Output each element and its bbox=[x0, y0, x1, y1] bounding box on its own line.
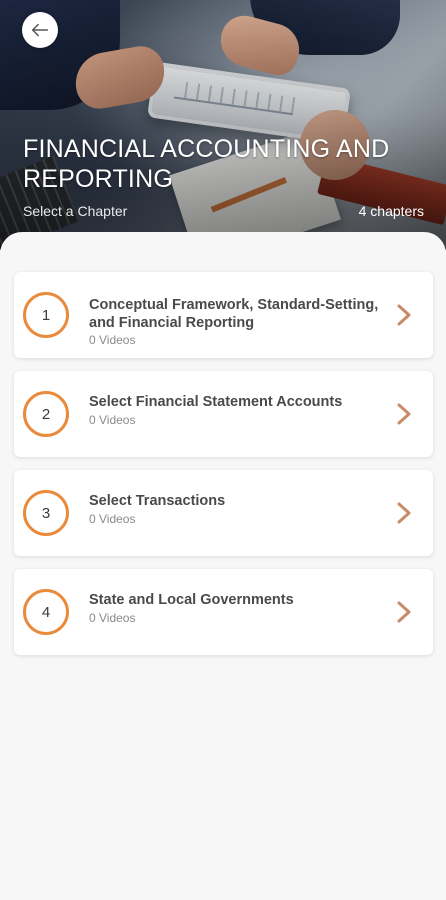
chapter-video-count: 0 Videos bbox=[89, 611, 136, 625]
chevron-right-icon bbox=[397, 502, 411, 524]
header-banner: FINANCIAL ACCOUNTING AND REPORTING Selec… bbox=[0, 0, 446, 250]
chevron-right-icon bbox=[397, 601, 411, 623]
page-title: FINANCIAL ACCOUNTING AND REPORTING bbox=[23, 135, 390, 193]
chevron-right-icon bbox=[397, 304, 411, 326]
chevron-right-icon bbox=[397, 403, 411, 425]
chapter-number-badge: 1 bbox=[23, 292, 69, 338]
chapter-video-count: 0 Videos bbox=[89, 333, 136, 347]
chapter-item[interactable]: 1 Conceptual Framework, Standard-Setting… bbox=[14, 272, 433, 358]
chapter-title: Select Financial Statement Accounts bbox=[89, 394, 343, 410]
chapter-title: State and Local Governments bbox=[89, 592, 294, 608]
chapter-number-badge: 4 bbox=[23, 589, 69, 635]
chapter-video-count: 0 Videos bbox=[89, 413, 136, 427]
chapter-video-count: 0 Videos bbox=[89, 512, 136, 526]
chapter-number-badge: 2 bbox=[23, 391, 69, 437]
content-sheet: 1 Conceptual Framework, Standard-Setting… bbox=[0, 232, 446, 900]
chapter-item[interactable]: 2 Select Financial Statement Accounts 0 … bbox=[14, 371, 433, 457]
chapter-count: 4 chapters bbox=[358, 203, 424, 219]
chapter-list: 1 Conceptual Framework, Standard-Setting… bbox=[14, 272, 433, 668]
chapter-item[interactable]: 4 State and Local Governments 0 Videos bbox=[14, 569, 433, 655]
chapter-item[interactable]: 3 Select Transactions 0 Videos bbox=[14, 470, 433, 556]
arrow-left-icon bbox=[31, 23, 49, 37]
chapter-title: Select Transactions bbox=[89, 493, 226, 509]
page-subtitle: Select a Chapter bbox=[23, 203, 128, 219]
chapter-title: Conceptual Framework, Standard-Setting, … bbox=[89, 297, 379, 331]
chapter-number-badge: 3 bbox=[23, 490, 69, 536]
back-button[interactable] bbox=[22, 12, 58, 48]
chapter-select-screen: FINANCIAL ACCOUNTING AND REPORTING Selec… bbox=[0, 0, 446, 900]
